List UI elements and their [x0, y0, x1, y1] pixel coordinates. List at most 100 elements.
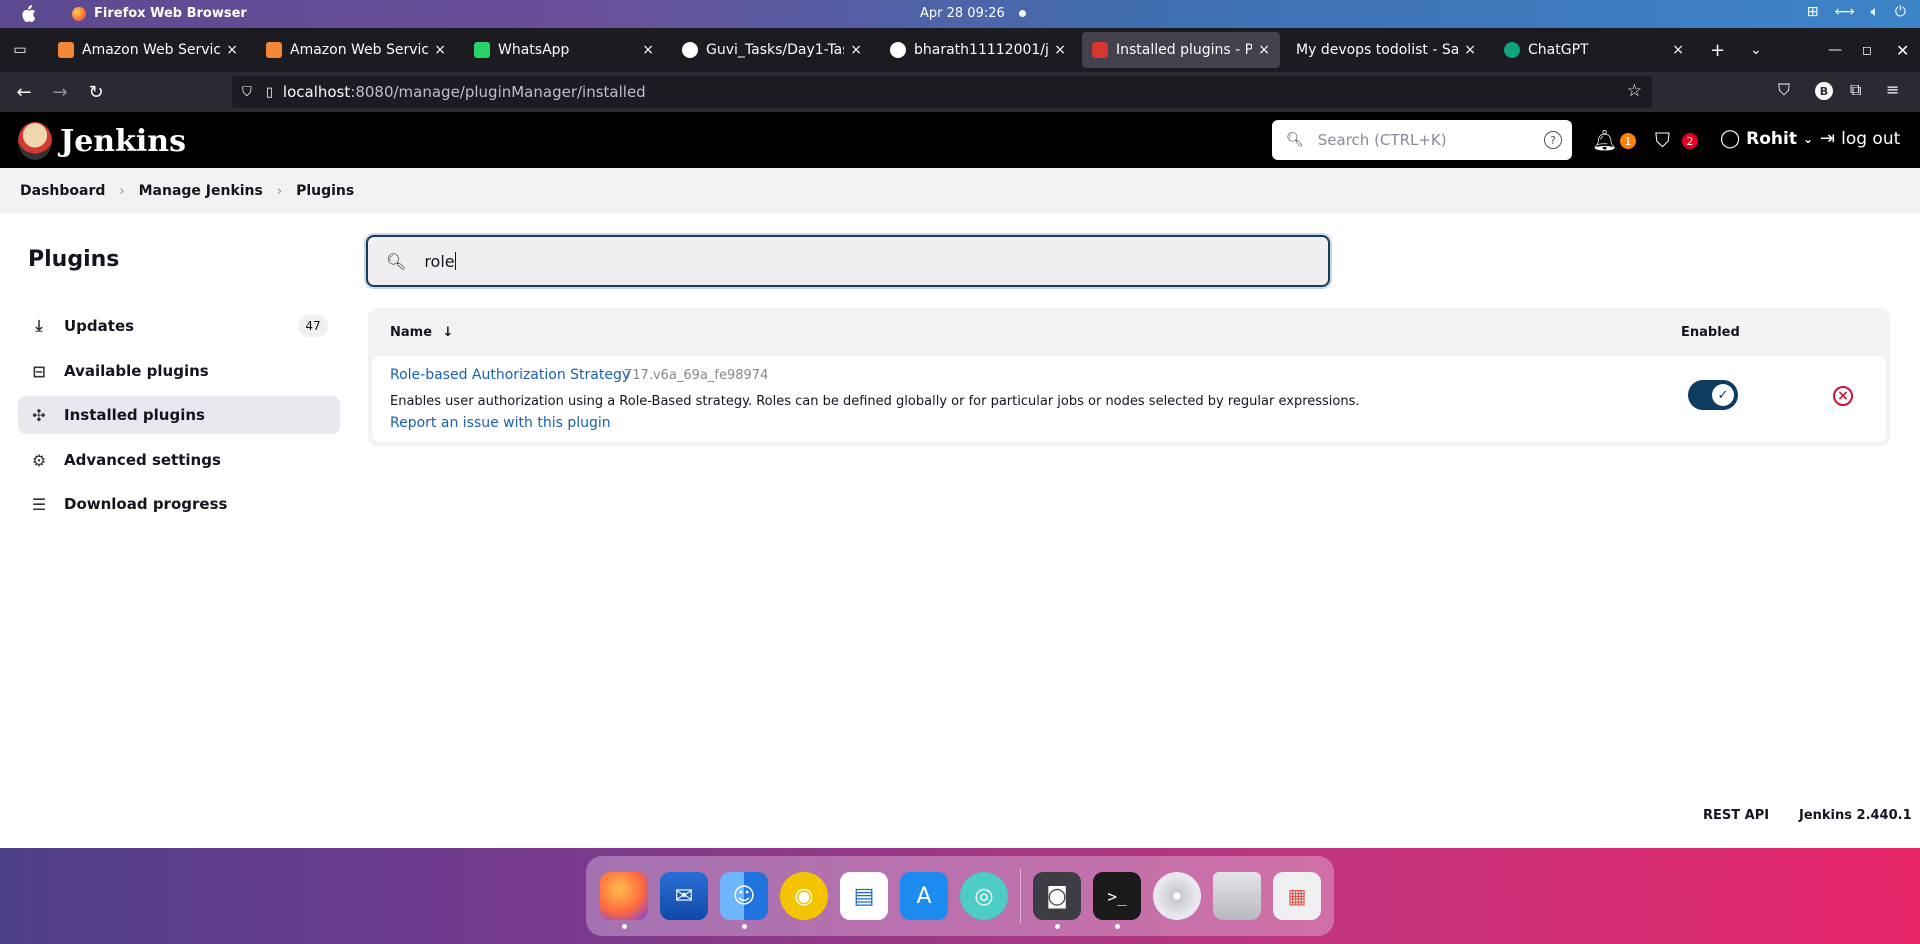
forward-button[interactable]: → — [48, 80, 72, 104]
help-icon[interactable]: ◎ — [960, 872, 1008, 920]
jenkins-version-link[interactable]: Jenkins 2.440.1 — [1799, 808, 1912, 823]
sidebar-item-installed-plugins[interactable]: ✣ Installed plugins — [18, 396, 340, 434]
power-icon[interactable]: ⏻ — [1895, 4, 1906, 20]
list-all-tabs-chevron-icon[interactable]: ⌄ — [1750, 28, 1762, 72]
github-icon — [682, 42, 698, 58]
search-box[interactable]: 🔍︎ Search (CTRL+K) ? — [1272, 120, 1572, 160]
close-tab-icon[interactable]: × — [434, 42, 446, 58]
list-icon: ☰ — [31, 494, 47, 514]
screenshot-icon[interactable]: ◙ — [1033, 872, 1081, 929]
browser-tab[interactable]: Amazon Web Services × — [256, 32, 456, 68]
tab-title: Amazon Web Services — [290, 42, 429, 58]
shield-icon[interactable]: ⛉ — [1655, 128, 1670, 152]
thunderbird-icon[interactable]: ✉ — [660, 872, 708, 920]
firefox-icon[interactable] — [600, 872, 648, 929]
plugin-search-value: role — [424, 251, 455, 271]
sidebar-title: Plugins — [28, 247, 120, 272]
column-header-name[interactable]: Name ↓ — [390, 325, 453, 340]
site-info-shield-icon[interactable]: ⛉ — [242, 85, 252, 100]
close-tab-icon[interactable]: × — [642, 42, 654, 58]
rest-api-link[interactable]: REST API — [1703, 808, 1769, 823]
active-app-menu[interactable]: Firefox Web Browser — [72, 6, 247, 21]
user-menu[interactable]: ◯ Rohit ⌄ — [1720, 128, 1813, 149]
breadcrumb-manage-jenkins[interactable]: Manage Jenkins — [139, 183, 263, 199]
address-bar[interactable]: ⛉ ▯ localhost:8080/manage/pluginManager/… — [232, 76, 1652, 108]
plugin-name-link[interactable]: Role-based Authorization Strategy — [390, 367, 630, 383]
search-placeholder: Search (CTRL+K) — [1317, 131, 1447, 149]
clock[interactable]: Apr 28 09:26 — [920, 6, 1005, 21]
browser-tab[interactable]: My devops todolist - Sample × — [1286, 32, 1486, 68]
finder-icon[interactable]: ☺ — [720, 872, 768, 929]
disc-icon[interactable] — [1153, 872, 1201, 920]
aws-icon — [266, 42, 282, 58]
help-icon[interactable]: ? — [1544, 131, 1562, 149]
notifications-badge[interactable]: 1 — [1620, 133, 1636, 149]
page-icon[interactable]: ▯ — [266, 85, 273, 100]
sidebar-item-download-progress[interactable]: ☰ Download progress — [18, 485, 340, 523]
tab-overview-icon[interactable]: ▭ — [0, 28, 40, 72]
plugin-search-input[interactable]: 🔍︎ role — [366, 235, 1330, 287]
plugin-enabled-toggle[interactable]: ✓ — [1688, 380, 1738, 410]
breadcrumb: Dashboard › Manage Jenkins › Plugins — [0, 168, 1920, 214]
close-tab-icon[interactable]: × — [1464, 42, 1476, 58]
browser-tab[interactable]: Installed plugins - Plugins × — [1082, 32, 1280, 68]
menu-hamburger-icon[interactable]: ≡ — [1886, 80, 1899, 99]
reload-button[interactable]: ↻ — [84, 80, 108, 104]
user-icon: ◯ — [1720, 128, 1741, 149]
writer-icon[interactable]: ▤ — [840, 872, 888, 920]
text-cursor — [454, 252, 456, 270]
bell-icon[interactable]: 🔔︎ — [1592, 128, 1617, 152]
navigation-bar: ← → ↻ ⛉ ▯ localhost:8080/manage/pluginMa… — [0, 72, 1920, 112]
column-header-enabled: Enabled — [1681, 325, 1740, 340]
sidebar-item-advanced-settings[interactable]: ⚙︎ Advanced settings — [18, 441, 340, 479]
dock-separator — [1020, 869, 1021, 923]
grid-icon[interactable]: ⊞ — [1807, 4, 1819, 20]
search-icon: 🔍︎ — [1286, 132, 1304, 148]
trash-icon[interactable] — [1213, 872, 1261, 920]
plugins-table: Name ↓ Enabled Role-based Authorization … — [368, 308, 1890, 446]
maximize-button[interactable]: ◻ — [1862, 28, 1872, 72]
table-header: Name ↓ Enabled — [368, 308, 1890, 356]
account-avatar-icon[interactable]: B — [1815, 82, 1833, 100]
tab-title: Amazon Web Services — [82, 42, 221, 58]
bookmark-star-icon[interactable]: ☆ — [1627, 81, 1642, 101]
report-issue-link[interactable]: Report an issue with this plugin — [390, 415, 611, 431]
close-tab-icon[interactable]: × — [226, 42, 238, 58]
download-icon: ⤓ — [35, 316, 43, 335]
close-tab-icon[interactable]: × — [1672, 42, 1684, 58]
dock: ✉ ☺ ◉ ▤ A ◎ ◙ >_ ▦ — [586, 856, 1334, 936]
app-store-icon[interactable]: A — [900, 872, 948, 920]
close-tab-icon[interactable]: × — [850, 42, 862, 58]
jenkins-home-link[interactable]: Jenkins — [18, 122, 186, 160]
sidebar-item-updates[interactable]: ⤓ Updates 47 — [18, 307, 340, 345]
browser-tab[interactable]: WhatsApp × — [464, 32, 664, 68]
jenkins-butler-logo-icon — [18, 122, 52, 160]
back-button[interactable]: ← — [12, 80, 36, 104]
security-badge[interactable]: 2 — [1682, 133, 1698, 149]
volume-icon[interactable]: 🔈︎ — [1871, 4, 1879, 20]
new-tab-button[interactable]: + — [1710, 28, 1725, 72]
breadcrumb-plugins[interactable]: Plugins — [296, 183, 354, 199]
extensions-icon[interactable]: ⧉ — [1850, 80, 1861, 100]
shopping-bag-icon: ⊟ — [32, 361, 46, 381]
sidebar-item-available-plugins[interactable]: ⊟ Available plugins — [18, 352, 340, 390]
url-path: :8080/manage/pluginManager/installed — [350, 83, 646, 101]
browser-tab[interactable]: bharath11112001/jenkins × — [880, 32, 1076, 68]
browser-tab[interactable]: Amazon Web Services × — [48, 32, 248, 68]
rhythmbox-icon[interactable]: ◉ — [780, 872, 828, 920]
close-tab-icon[interactable]: × — [1258, 42, 1270, 58]
network-icon[interactable]: ⟷ — [1834, 4, 1854, 20]
uninstall-close-icon[interactable]: × — [1833, 386, 1853, 406]
logout-link[interactable]: ⇥ log out — [1820, 128, 1900, 149]
terminal-icon[interactable]: >_ — [1093, 872, 1141, 929]
minimize-button[interactable]: — — [1828, 28, 1842, 72]
close-window-button[interactable]: ✕ — [1896, 28, 1909, 72]
pocket-icon[interactable]: ⛉ — [1778, 80, 1790, 100]
browser-tab[interactable]: Guvi_Tasks/Day1-Tasks × — [672, 32, 872, 68]
apple-icon[interactable] — [20, 5, 36, 23]
browser-tab[interactable]: ChatGPT × — [1494, 32, 1694, 68]
jenkins-brand: Jenkins — [60, 123, 186, 159]
app-grid-icon[interactable]: ▦ — [1273, 872, 1321, 920]
close-tab-icon[interactable]: × — [1054, 42, 1066, 58]
breadcrumb-dashboard[interactable]: Dashboard — [20, 183, 105, 199]
